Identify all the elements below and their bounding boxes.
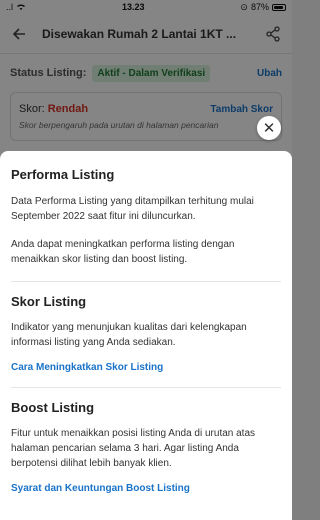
- boost-section-title: Boost Listing: [11, 400, 95, 415]
- boost-section-text: Fitur untuk menaikkan posisi listing And…: [11, 428, 256, 469]
- boost-terms-link[interactable]: Syarat dan Keuntungan Boost Listing: [11, 483, 281, 494]
- boost-section: Boost Listing Fitur untuk menaikkan posi…: [11, 400, 281, 494]
- improve-score-link[interactable]: Cara Meningkatkan Skor Listing: [11, 362, 281, 373]
- sheet-title: Performa Listing: [11, 167, 115, 182]
- performance-info-text: Data Performa Listing yang ditampilkan t…: [11, 196, 254, 222]
- performance-section: Performa Listing Data Performa Listing y…: [11, 167, 281, 267]
- close-button[interactable]: ✕: [257, 116, 281, 140]
- divider: [11, 281, 281, 282]
- score-section-text: Indikator yang menunjukan kualitas dari …: [11, 322, 247, 348]
- performance-tip-text: Anda dapat meningkatkan performa listing…: [11, 239, 235, 265]
- divider: [11, 387, 281, 388]
- bottom-sheet: Performa Listing Data Performa Listing y…: [0, 151, 292, 520]
- score-section: Skor Listing Indikator yang menunjukan k…: [11, 294, 281, 373]
- score-section-title: Skor Listing: [11, 294, 87, 309]
- close-icon: ✕: [262, 120, 276, 137]
